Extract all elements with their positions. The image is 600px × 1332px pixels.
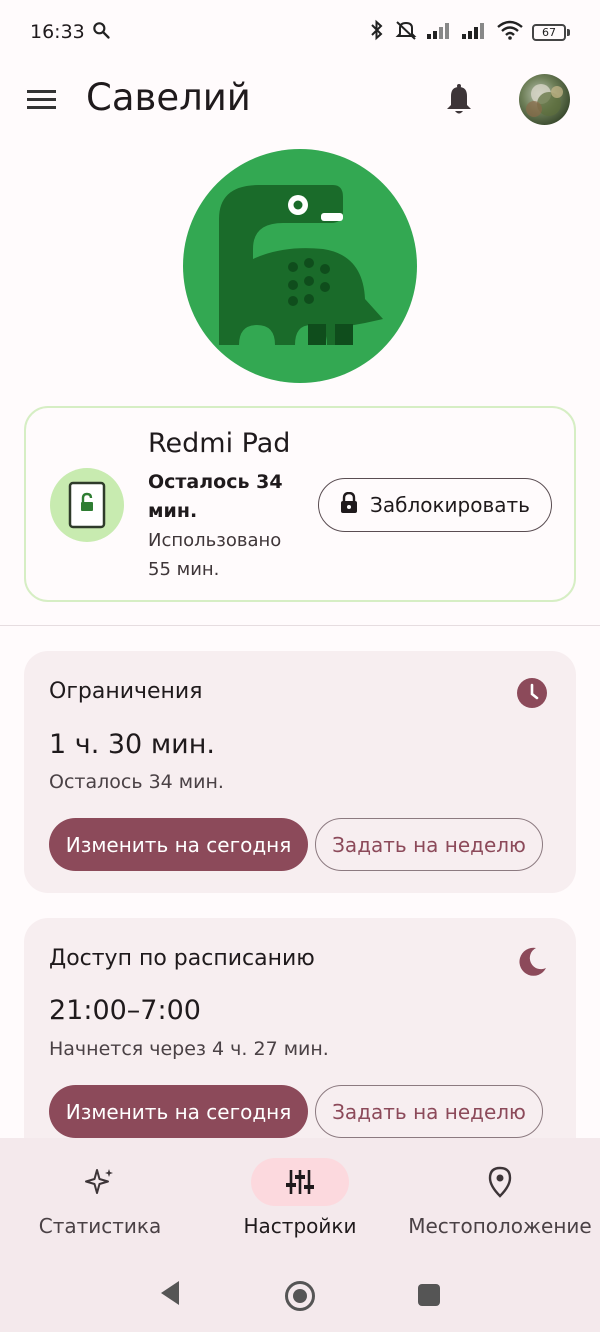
- sparkle-icon: [51, 1158, 149, 1206]
- nav-item-settings[interactable]: Настройки: [200, 1138, 400, 1258]
- page-title: Савелий: [86, 76, 251, 119]
- status-time: 16:33: [30, 21, 85, 43]
- recents-icon[interactable]: [417, 1283, 441, 1311]
- clock-icon: [516, 677, 548, 713]
- nav-label-settings: Настройки: [243, 1214, 357, 1238]
- limits-set-week-button[interactable]: Задать на неделю: [315, 818, 543, 871]
- lock-button-label: Заблокировать: [370, 493, 530, 517]
- status-bar: 16:33 67: [0, 0, 600, 64]
- schedule-set-week-button[interactable]: Задать на неделю: [315, 1085, 543, 1138]
- battery-icon: 67: [532, 23, 570, 41]
- divider: [0, 625, 600, 626]
- nav-label-location: Местоположение: [408, 1214, 592, 1238]
- back-icon[interactable]: [158, 1278, 182, 1312]
- limits-card: Ограничения 1 ч. 30 мин. Осталось 34 мин…: [24, 651, 576, 893]
- profile-dino-illustration: [183, 149, 417, 383]
- moon-icon: [516, 946, 548, 982]
- mute-icon: [394, 19, 418, 46]
- schedule-change-today-button[interactable]: Изменить на сегодня: [49, 1085, 308, 1138]
- sliders-icon: [251, 1158, 349, 1206]
- bell-icon[interactable]: [444, 84, 474, 120]
- tablet-unlocked-icon: [50, 468, 124, 542]
- signal-icon: [462, 21, 488, 44]
- signal-icon: [427, 21, 453, 44]
- menu-icon[interactable]: [26, 86, 58, 118]
- limits-value: 1 ч. 30 мин.: [49, 729, 215, 760]
- bluetooth-icon: [369, 19, 385, 46]
- schedule-starts-in: Начнется через 4 ч. 27 мин.: [49, 1038, 329, 1060]
- schedule-value: 21:00–7:00: [49, 995, 201, 1026]
- location-pin-icon: [451, 1158, 549, 1206]
- limits-title: Ограничения: [49, 679, 203, 704]
- device-card: Redmi Pad Осталось 34 мин. Использовано …: [24, 406, 576, 602]
- app-bar: Савелий: [0, 64, 600, 136]
- nav-item-location[interactable]: Местоположение: [400, 1138, 600, 1258]
- nav-item-statistics[interactable]: Статистика: [0, 1138, 200, 1258]
- bottom-navigation: Статистика Настройки Местоположение: [0, 1138, 600, 1258]
- limits-change-today-button[interactable]: Изменить на сегодня: [49, 818, 308, 871]
- battery-level: 67: [532, 23, 566, 41]
- device-time-left: Осталось 34 мин.: [148, 471, 283, 522]
- nav-label-statistics: Статистика: [38, 1214, 162, 1238]
- lock-icon: [340, 491, 358, 519]
- system-navigation-bar: [0, 1258, 600, 1332]
- device-name: Redmi Pad: [148, 428, 291, 459]
- avatar[interactable]: [519, 74, 570, 125]
- schedule-title: Доступ по расписанию: [49, 946, 315, 971]
- lock-device-button[interactable]: Заблокировать: [318, 478, 552, 532]
- limits-remaining: Осталось 34 мин.: [49, 771, 224, 793]
- search-icon: [91, 20, 111, 45]
- home-icon[interactable]: [284, 1280, 316, 1316]
- wifi-icon: [497, 20, 523, 45]
- device-time-used: Использовано 55 мин.: [148, 530, 282, 580]
